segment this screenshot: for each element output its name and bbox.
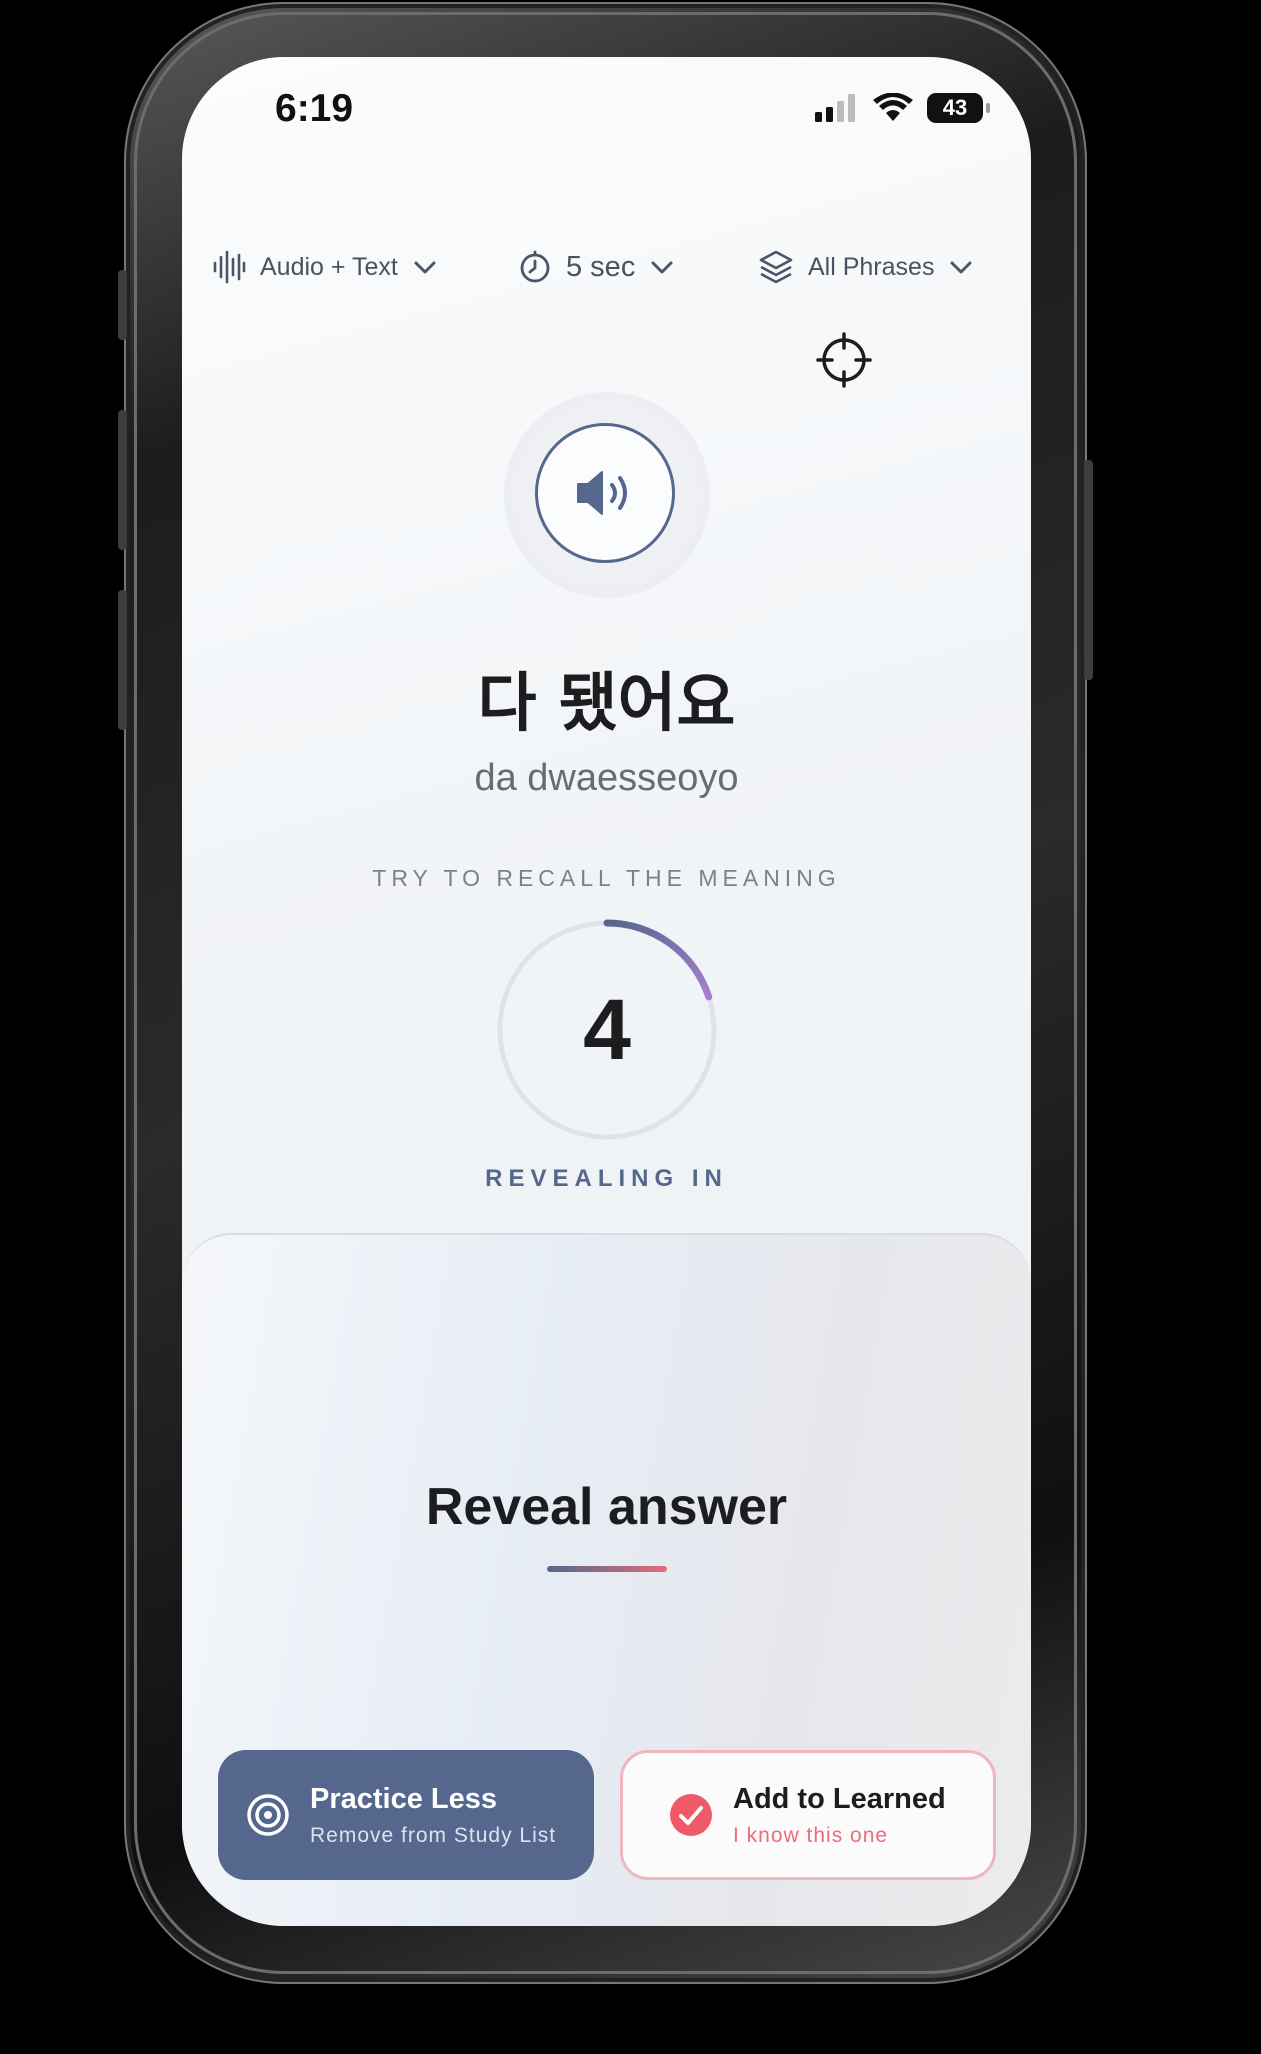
timer-icon xyxy=(520,250,550,283)
speaker-icon xyxy=(577,471,627,515)
check-circle-icon xyxy=(670,1794,712,1836)
status-time: 6:19 xyxy=(275,87,354,130)
cellular-signal-icon xyxy=(815,94,855,122)
timer-label: 5 sec xyxy=(566,250,636,283)
countdown-value: 4 xyxy=(583,981,631,1078)
side-button-volume-up xyxy=(118,410,127,550)
filter-label: All Phrases xyxy=(808,252,935,281)
layers-icon xyxy=(759,250,793,284)
waveform-icon xyxy=(213,250,246,284)
recall-prompt: TRY TO RECALL THE MEANING xyxy=(372,865,841,891)
add-to-learned-button[interactable]: Add to Learned I know this one xyxy=(620,1750,996,1880)
mode-label: Audio + Text xyxy=(260,252,398,281)
practice-less-title: Practice Less xyxy=(310,1782,498,1815)
side-button-volume-down xyxy=(118,590,127,730)
play-audio-button[interactable] xyxy=(535,423,675,563)
battery-icon: 43 xyxy=(927,93,990,123)
filter-dropdown[interactable]: All Phrases xyxy=(758,237,974,297)
reveal-answer-label[interactable]: Reveal answer xyxy=(182,1477,1031,1537)
side-button-power xyxy=(1084,460,1093,680)
speaker-halo xyxy=(504,392,710,598)
toolbar: Audio + Text 5 sec All Phrases xyxy=(182,237,1031,297)
phrase-romanization: da dwaesseoyo xyxy=(474,757,739,799)
wifi-icon xyxy=(873,93,913,121)
side-button-silent xyxy=(118,270,127,340)
revealing-label: REVEALING IN xyxy=(485,1165,728,1192)
crosshair-target-icon[interactable] xyxy=(816,332,872,388)
mode-dropdown[interactable]: Audio + Text xyxy=(212,237,438,297)
chevron-down-icon xyxy=(651,261,673,274)
chevron-down-icon xyxy=(950,261,972,274)
app-screen: 6:19 43 Audio + Text 5 sec All Phrases 다… xyxy=(182,57,1031,1926)
target-icon xyxy=(247,1794,289,1836)
practice-less-subtitle: Remove from Study List xyxy=(310,1823,557,1847)
add-to-learned-subtitle: I know this one xyxy=(733,1823,889,1847)
status-icons: 43 xyxy=(815,93,990,123)
phrase-korean: 다 됐어요 xyxy=(477,667,736,741)
timer-dropdown[interactable]: 5 sec xyxy=(518,237,675,297)
practice-less-button[interactable]: Practice Less Remove from Study List xyxy=(218,1750,594,1880)
add-to-learned-title: Add to Learned xyxy=(733,1782,946,1815)
reveal-underline xyxy=(547,1566,667,1572)
chevron-down-icon xyxy=(414,261,436,274)
countdown-timer: 4 xyxy=(494,917,720,1143)
